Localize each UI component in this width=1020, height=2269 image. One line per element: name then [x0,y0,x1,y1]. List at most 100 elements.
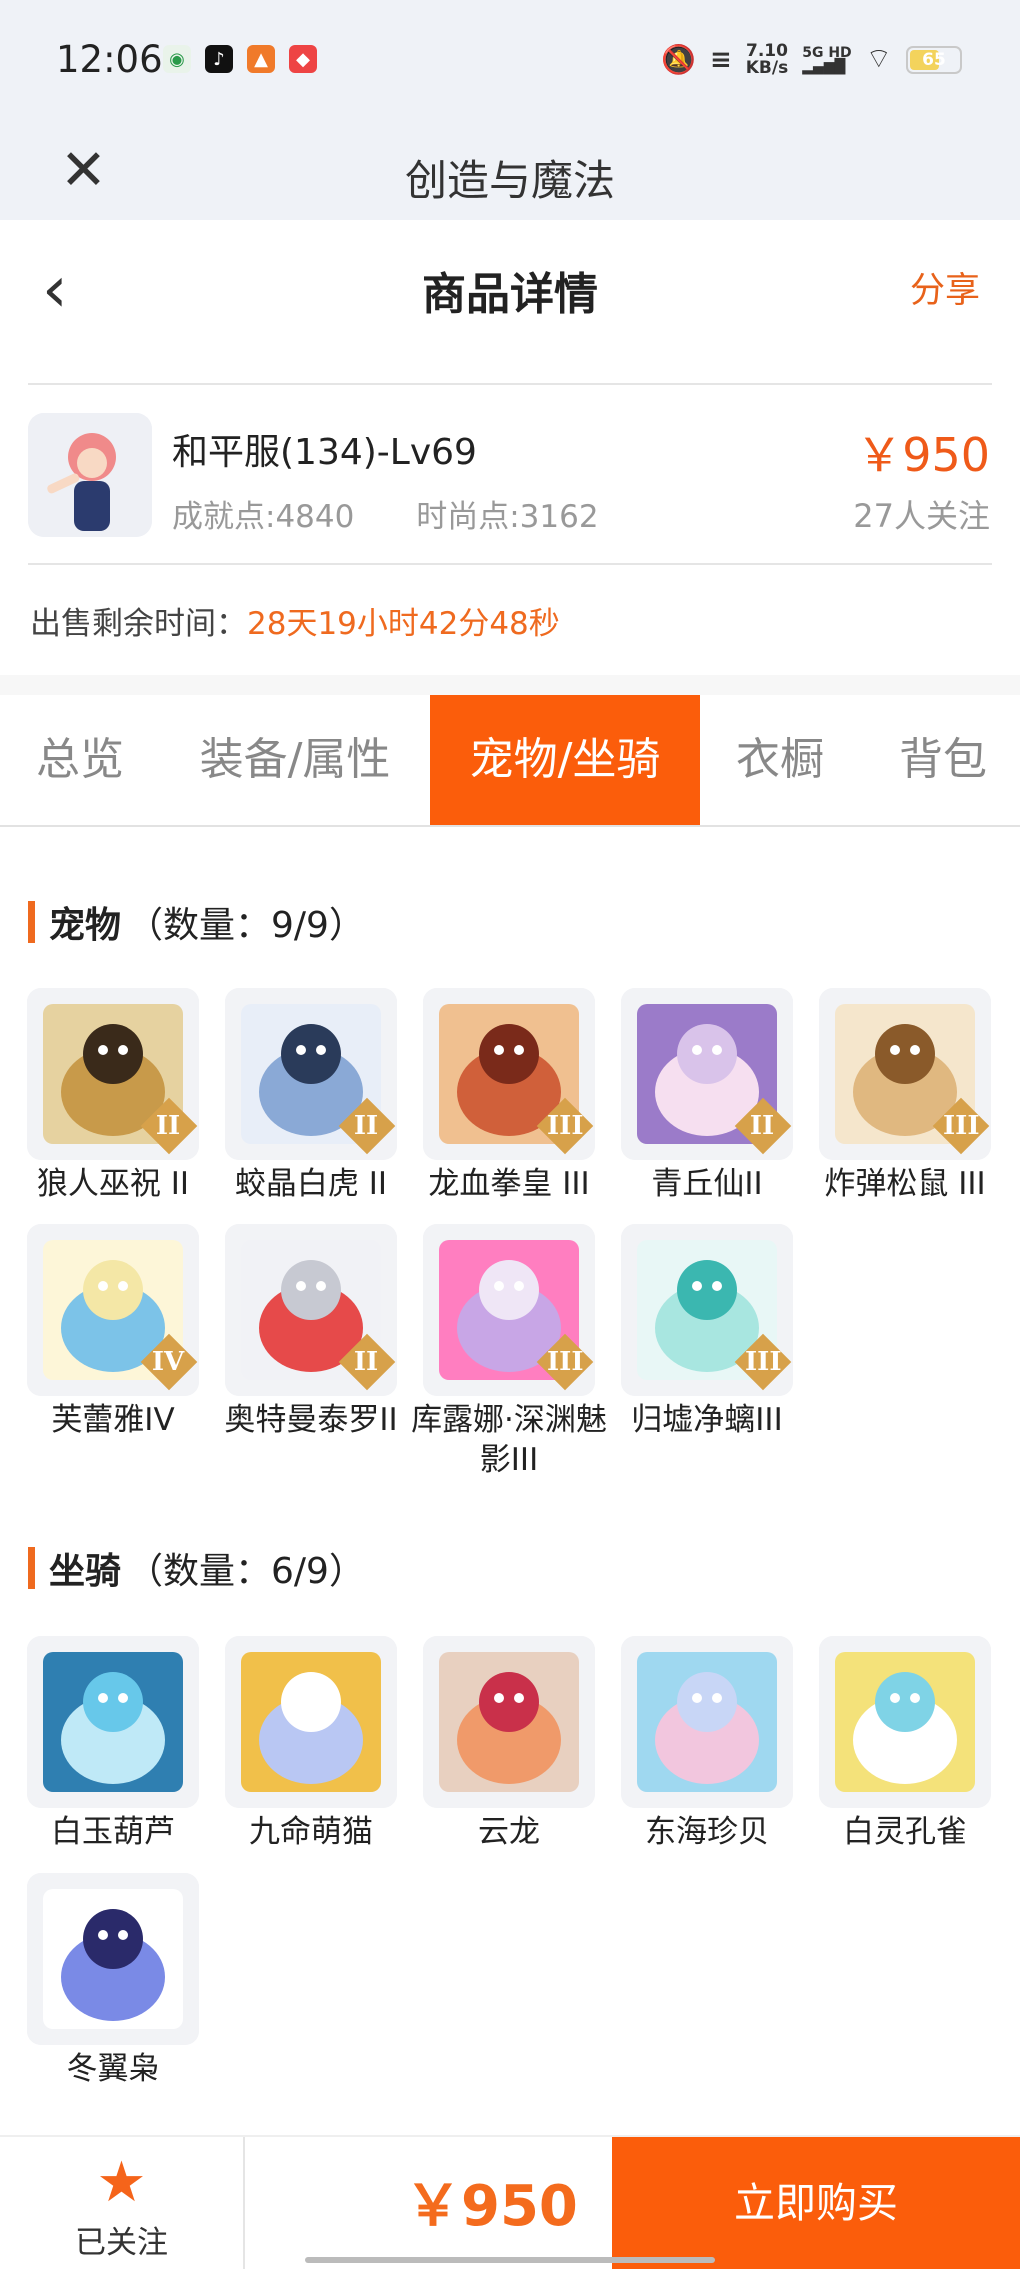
item-label: 奥特曼泰罗II [224,1402,398,1438]
pearl-shell-mount-icon [621,1636,793,1808]
nine-lives-cat-mount-icon [225,1636,397,1808]
fashion-points: 时尚点:3162 [416,499,599,535]
kuluna-pet-icon: III [423,1224,595,1396]
tier-badge-text: III [943,1111,980,1141]
shield-app-icon: ◆ [289,45,317,73]
bomb-squirrel-pet-icon: III [819,988,991,1160]
werewolf-pet-icon: II [27,988,199,1160]
ultraman-pet-icon: II [225,1224,397,1396]
follow-button[interactable]: ★ 已关注 [0,2137,245,2269]
follower-count: 27人关注 [853,497,990,535]
item-card[interactable]: 白灵孔雀 [806,1636,1004,1852]
mute-icon: 🔕 [661,43,696,76]
item-label: 芙蕾雅IV [51,1402,175,1438]
water-dragon-pet-icon: III [621,1224,793,1396]
item-label: 归墟净螭III [631,1402,783,1438]
share-button[interactable]: 分享 [910,262,980,313]
item-card[interactable]: III 龙血拳皇 III [410,988,608,1204]
section-gap [0,675,1020,695]
item-label: 青丘仙II [651,1166,763,1202]
tier-badge-text: II [749,1111,775,1141]
notification-icons: ◉ ♪ ▲ ◆ [163,45,317,73]
item-card[interactable]: II 狼人巫祝 II [14,988,212,1204]
freya-pet-icon: IV [27,1224,199,1396]
product-price: ￥950 [856,428,990,482]
pets-section-title: 宠物 （数量：9/9） [28,896,365,948]
item-label: 蛟晶白虎 II [234,1166,388,1202]
game-app-icon: ▲ [247,45,275,73]
item-card[interactable]: 冬翼枭 [14,1873,212,2089]
item-card[interactable]: 东海珍贝 [608,1636,806,1852]
tiktok-icon: ♪ [205,45,233,73]
cloud-dragon-mount-icon [423,1636,595,1808]
item-label: 九命萌猫 [249,1814,373,1850]
app-logo-icon: ≡ [709,44,732,75]
item-card[interactable]: IV 芙蕾雅IV [14,1224,212,1440]
tab-wardrobe[interactable]: 衣橱 [712,695,848,825]
mounts-section-title: 坐骑 （数量：6/9） [28,1542,365,1594]
product-summary: 和平服(134)-Lv69 成就点:4840 时尚点:3162 ￥950 27人… [0,385,1020,565]
item-label: 库露娜·深渊魅影III [411,1402,607,1478]
tier-badge-text: IV [151,1347,185,1377]
item-label: 炸弹松鼠 III [824,1166,986,1202]
remaining-time: 出售剩余时间：28天19小时42分48秒 [30,598,560,643]
product-name: 和平服(134)-Lv69 [172,432,477,473]
white-peacock-mount-icon [819,1636,991,1808]
dragon-boxer-pet-icon: III [423,988,595,1160]
item-label: 冬翼枭 [66,2051,160,2087]
item-card[interactable]: II 青丘仙II [608,988,806,1204]
remaining-time-value: 28天19小时42分48秒 [247,606,560,642]
tab-pets-mounts[interactable]: 宠物/坐骑 [430,695,700,825]
item-label: 云龙 [478,1814,540,1850]
page-title: 商品详情 [422,269,598,320]
bottom-bar: ★ 已关注 ￥950 立即购买 [0,2135,1020,2269]
network-speed: 7.10 KB/s [745,40,789,78]
item-card[interactable]: III 炸弹松鼠 III [806,988,1004,1204]
fox-fairy-pet-icon: II [621,988,793,1160]
item-card[interactable]: II 蛟晶白虎 II [212,988,410,1204]
status-right: 🔕 ≡ 7.10 KB/s 5G HD ▂▄▆█ ⌔ 65 [661,42,962,77]
character-avatar [28,413,152,537]
page-header: ‹ 商品详情 分享 [0,220,1020,385]
app-title: 创造与魔法 [404,156,615,205]
status-time: 12:06 [56,38,163,81]
item-label: 狼人巫祝 II [36,1166,190,1202]
status-bar: 12:06 ◉ ♪ ▲ ◆ 🔕 ≡ 7.10 KB/s 5G HD ▂▄▆█ ⌔ … [0,0,1020,125]
follow-label: 已关注 [75,2225,168,2261]
tier-badge-text: III [547,1347,584,1377]
tab-equipment[interactable]: 装备/属性 [172,695,418,825]
home-indicator [305,2257,715,2263]
carrier-icon: ◉ [163,45,191,73]
item-card[interactable]: III 归墟净螭III [608,1224,806,1440]
battery-icon: 65 [906,45,962,74]
winter-owl-mount-icon [27,1873,199,2045]
tab-bag[interactable]: 背包 [868,695,1018,825]
achievement-points: 成就点:4840 [172,499,355,535]
tier-badge-text: III [745,1347,782,1377]
white-tiger-pet-icon: II [225,988,397,1160]
remaining-time-label: 出售剩余时间： [30,606,247,642]
buy-now-button[interactable]: 立即购买 [612,2137,1020,2269]
product-stats: 成就点:4840 时尚点:3162 [172,491,651,536]
tier-badge-text: II [353,1347,379,1377]
jade-gourd-mount-icon [27,1636,199,1808]
divider [28,563,992,565]
bottom-price: ￥950 [405,2174,578,2239]
tab-bar: 总览 装备/属性 宠物/坐骑 衣橱 背包 [0,695,1020,827]
item-label: 白灵孔雀 [843,1814,967,1850]
tier-badge-text: II [353,1111,379,1141]
wifi-icon: ⌔ [865,42,892,75]
app-bar: ✕ 创造与魔法 [0,125,1020,220]
item-card[interactable]: 白玉葫芦 [14,1636,212,1852]
item-card[interactable]: III 库露娜·深渊魅影III [410,1224,608,1480]
tier-badge-text: II [155,1111,181,1141]
item-card[interactable]: 九命萌猫 [212,1636,410,1852]
item-card[interactable]: 云龙 [410,1636,608,1852]
signal-icon: 5G HD ▂▄▆█ [802,44,852,75]
item-label: 东海珍贝 [645,1814,769,1850]
tier-badge-text: III [547,1111,584,1141]
tab-overview[interactable]: 总览 [0,695,160,825]
star-icon: ★ [96,2150,147,2215]
item-label: 白玉葫芦 [51,1814,175,1850]
item-card[interactable]: II 奥特曼泰罗II [212,1224,410,1440]
